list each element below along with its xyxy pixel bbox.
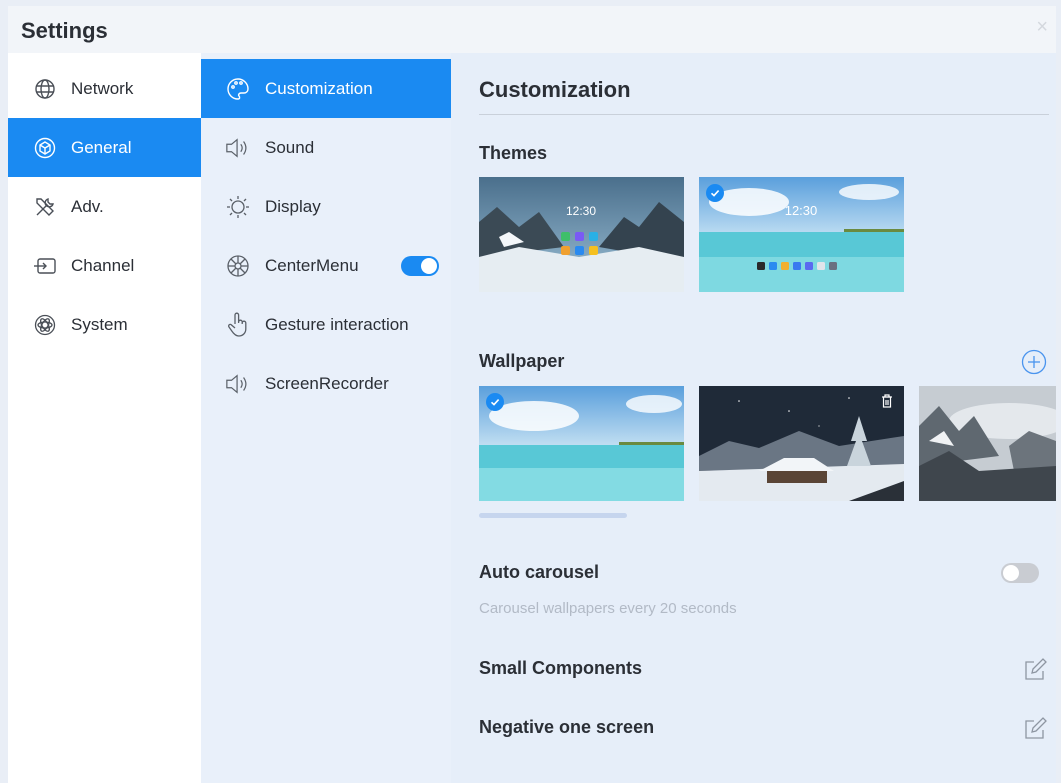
subnav-item-gesture[interactable]: Gesture interaction — [201, 295, 451, 354]
wallpaper-thumbnail-misty-mountains[interactable] — [919, 386, 1056, 501]
nav-item-label: System — [71, 314, 128, 334]
themes-heading: Themes — [479, 143, 548, 163]
auto-carousel-description: Carousel wallpapers every 20 seconds — [479, 600, 737, 617]
nav-item-adv[interactable]: Adv. — [8, 177, 201, 236]
subnav-item-label: Display — [265, 196, 321, 216]
wallpaper-thumbnail-snowy-cabin[interactable] — [699, 386, 904, 501]
theme-thumbnail-beach[interactable]: 12:30 — [699, 177, 904, 292]
edit-small-components-icon[interactable] — [1023, 658, 1047, 682]
nav-item-system[interactable]: System — [8, 295, 201, 354]
tools-icon — [33, 195, 57, 219]
palette-icon — [225, 76, 251, 102]
input-icon — [33, 254, 57, 278]
page-title: Customization — [479, 77, 631, 102]
auto-carousel-toggle[interactable] — [1001, 563, 1039, 583]
title-bar: Settings × — [8, 6, 1056, 53]
theme-thumbnail-mountain[interactable]: 12:30 — [479, 177, 684, 292]
nav-item-network[interactable]: Network — [8, 59, 201, 118]
nav-item-general[interactable]: General — [8, 118, 201, 177]
title-divider — [479, 114, 1049, 115]
nav-item-label: General — [71, 137, 132, 157]
subnav-item-label: CenterMenu — [265, 255, 359, 275]
nav-item-label: Channel — [71, 255, 135, 275]
close-icon[interactable]: × — [1036, 16, 1048, 39]
speaker-icon — [225, 371, 251, 397]
nav-item-channel[interactable]: Channel — [8, 236, 201, 295]
delete-wallpaper-icon[interactable] — [880, 393, 894, 409]
selected-check-icon — [706, 184, 724, 202]
nav-item-label: Network — [71, 78, 134, 98]
auto-carousel-label: Auto carousel — [479, 562, 600, 582]
wallpaper-scroll-indicator[interactable] — [479, 513, 627, 518]
wallpaper-thumbnail-beach[interactable] — [479, 386, 684, 501]
theme-clock: 12:30 — [785, 203, 818, 218]
secondary-nav: Customization Sound Display CenterMenu G… — [201, 53, 451, 783]
cube-icon — [33, 136, 57, 160]
settings-window: Settings × Network General Adv. Channel … — [8, 6, 1056, 783]
subnav-item-label: Gesture interaction — [265, 314, 409, 334]
hand-icon — [225, 312, 251, 338]
subnav-item-customization[interactable]: Customization — [201, 59, 451, 118]
speaker-icon — [225, 135, 251, 161]
small-components-label: Small Components — [479, 658, 643, 678]
subnav-item-sound[interactable]: Sound — [201, 118, 451, 177]
subnav-item-label: Customization — [265, 78, 373, 98]
wallpaper-heading: Wallpaper — [479, 351, 565, 371]
subnav-item-label: ScreenRecorder — [265, 373, 389, 393]
window-title: Settings — [21, 18, 108, 43]
customization-panel: Customization Themes 12:30 12:30 Wallpap… — [451, 53, 1056, 783]
subnav-item-display[interactable]: Display — [201, 177, 451, 236]
add-wallpaper-icon[interactable] — [1021, 349, 1047, 375]
theme-clock: 12:30 — [566, 204, 596, 218]
centermenu-icon — [225, 253, 251, 279]
subnav-item-screenrecorder[interactable]: ScreenRecorder — [201, 354, 451, 413]
toggle-knob — [1003, 565, 1019, 581]
subnav-item-label: Sound — [265, 137, 315, 157]
negative-one-screen-label: Negative one screen — [479, 717, 655, 737]
toggle-knob — [421, 258, 437, 274]
globe-icon — [33, 77, 57, 101]
edit-negative-one-screen-icon[interactable] — [1023, 717, 1047, 741]
selected-check-icon — [486, 393, 504, 411]
subnav-item-centermenu[interactable]: CenterMenu — [201, 236, 451, 295]
atom-icon — [33, 313, 57, 337]
sun-icon — [225, 194, 251, 220]
centermenu-toggle[interactable] — [401, 256, 439, 276]
nav-item-label: Adv. — [71, 196, 104, 216]
primary-nav: Network General Adv. Channel System — [8, 53, 201, 783]
